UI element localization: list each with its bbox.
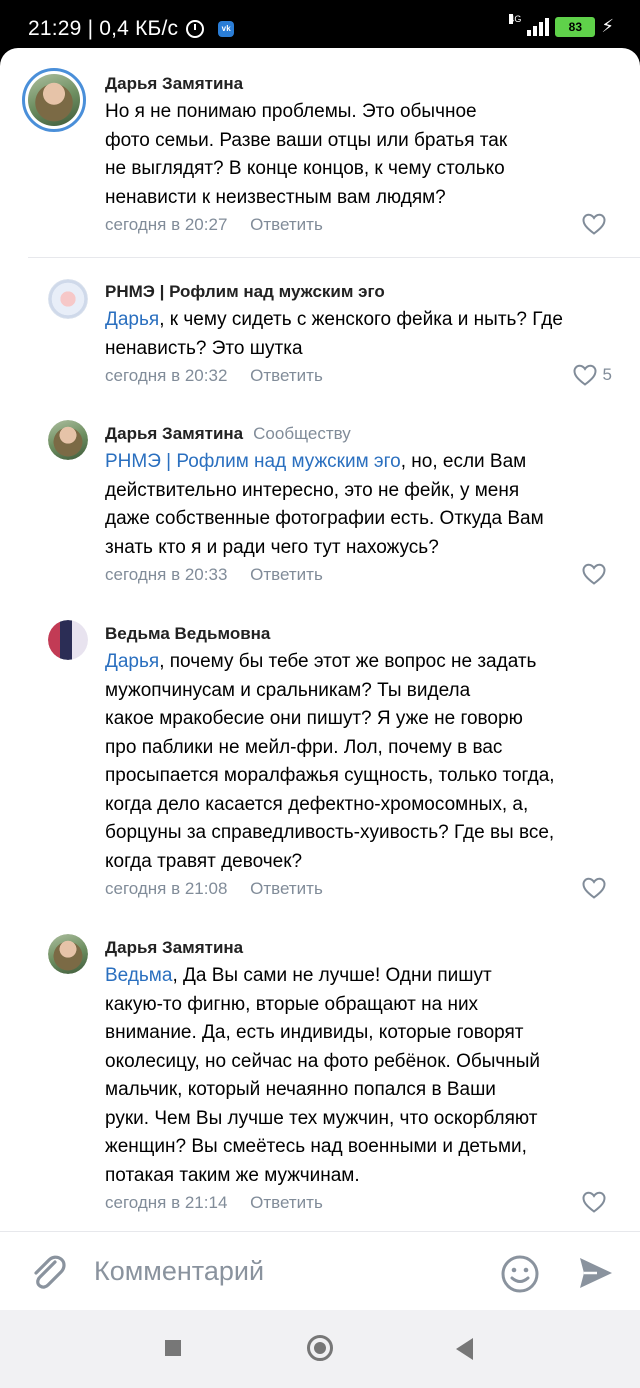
comment-line: какую-то фигню, вторые обращают на них (105, 993, 479, 1015)
back-button[interactable] (456, 1338, 473, 1360)
comment-line: не выглядят? В конце концов, к чему стол… (105, 158, 505, 179)
like-button[interactable] (582, 563, 612, 585)
divider (28, 257, 640, 258)
comment-author: Дарья Замятина Сообществу (105, 424, 351, 444)
avatar[interactable] (48, 279, 88, 319)
author-tag: Сообществу (253, 424, 351, 443)
comment-line: мужопчинусам и сральникам? Ты видела (105, 679, 471, 701)
comment-time: сегодня в 21:14 (105, 1193, 228, 1212)
comment-line: женщин? Вы смеётесь над военными и детьм… (105, 1136, 527, 1157)
smile-icon[interactable] (500, 1254, 540, 1299)
comment-time: сегодня в 21:08 (105, 879, 228, 898)
heart-icon (582, 1191, 606, 1213)
comment-line: фото семьи. Разве ваши отцы или братья т… (105, 129, 508, 151)
alarm-icon (186, 20, 205, 38)
comment-line: мальчик, который нечаянно попался в Ваши (105, 1079, 496, 1100)
comment-line: просыпается моралфажья сущность, только … (105, 765, 555, 786)
comment-line: внимание. Да, есть индивиды, которые гов… (105, 1022, 524, 1043)
send-icon[interactable] (577, 1254, 615, 1297)
comment-line: когда дело касается дефектно-хромосомных… (105, 793, 529, 815)
avatar[interactable] (48, 620, 88, 660)
avatar[interactable] (48, 934, 88, 974)
comment-text: Дарья, почему бы тебе этот же вопрос не … (105, 648, 555, 876)
comment-meta: сегодня в 21:08 Ответить (105, 879, 323, 899)
comments-sheet: Дарья Замятина Но я не понимаю проблемы.… (0, 48, 640, 1310)
system-nav-bar (0, 1310, 640, 1388)
heart-icon (582, 877, 606, 899)
reply-button[interactable]: Ответить (250, 879, 323, 898)
comment-line-text: , Да Вы сами не лучше! Одни пишут (172, 965, 492, 986)
author-name[interactable]: Дарья Замятина (105, 424, 243, 443)
comment-line: ненависть? Это шутка (105, 337, 303, 359)
like-button[interactable] (582, 1191, 612, 1213)
comment-author[interactable]: Дарья Замятина (105, 74, 243, 94)
comment-composer: Комментарий (0, 1231, 640, 1311)
comment-meta: сегодня в 20:32 Ответить (105, 366, 323, 386)
status-left: 21:29 | 0,4 КБ/с vk (28, 17, 235, 41)
comment-line: околесицу, но сейчас на фото ребёнок. Об… (105, 1050, 541, 1072)
comment-meta: сегодня в 20:33 Ответить (105, 565, 323, 585)
signal-icon: 4G (509, 13, 550, 36)
comment-line: даже собственные фотографии есть. Откуда… (105, 508, 544, 529)
avatar[interactable] (48, 420, 88, 460)
recents-button[interactable] (165, 1340, 181, 1356)
comment-line-text: , к чему сидеть с женского фейка и ныть?… (159, 309, 563, 330)
comment-author[interactable]: Ведьма Ведьмовна (105, 624, 270, 644)
reply-button[interactable]: Ответить (250, 1193, 323, 1212)
vk-notification-icon: vk (218, 21, 235, 37)
like-button[interactable] (582, 213, 612, 235)
battery-icon: 83 (555, 16, 596, 37)
comment-line: ненависти к неизвестным вам людям? (105, 186, 446, 208)
like-button[interactable] (582, 877, 612, 899)
heart-icon (573, 364, 597, 386)
comment-line: РНМЭ | Рофлим над мужским эго, но, если … (105, 448, 544, 477)
charging-icon: ⚡ (601, 16, 614, 36)
status-speed: | 0,4 КБ/с (87, 17, 179, 40)
comment-author[interactable]: РНМЭ | Рофлим над мужским эго (105, 282, 385, 302)
comment-meta: сегодня в 20:27 Ответить (105, 215, 323, 235)
avatar[interactable] (22, 68, 86, 132)
home-button[interactable] (307, 1335, 333, 1361)
mention-link[interactable]: Дарья (105, 651, 159, 672)
mention-link[interactable]: РНМЭ | Рофлим над мужским эго (105, 451, 401, 472)
comment-text: Ведьма, Да Вы сами не лучше! Одни пишут … (105, 962, 540, 1190)
comment-time: сегодня в 20:33 (105, 565, 228, 584)
comment-line: Но я не понимаю проблемы. Это обычное (105, 101, 477, 122)
comment-author[interactable]: Дарья Замятина (105, 938, 243, 958)
comment-line: знать кто я и ради чего тут нахожусь? (105, 536, 439, 558)
status-time: 21:29 (28, 17, 82, 40)
comment-time: сегодня в 20:32 (105, 366, 228, 385)
heart-icon (582, 563, 606, 585)
reply-button[interactable]: Ответить (250, 215, 323, 234)
comment-line: Ведьма, Да Вы сами не лучше! Одни пишут (105, 962, 540, 991)
comment-line: когда травят девочек? (105, 850, 303, 872)
heart-icon (582, 213, 606, 235)
status-right: 4G 83 ⚡ (509, 13, 614, 37)
comment-text: РНМЭ | Рофлим над мужским эго, но, если … (105, 448, 544, 562)
like-button[interactable]: 5 (573, 364, 612, 386)
comment-time: сегодня в 20:27 (105, 215, 228, 234)
comment-line-text: , но, если Вам (400, 451, 527, 472)
reply-button[interactable]: Ответить (250, 565, 323, 584)
reply-button[interactable]: Ответить (250, 366, 323, 385)
like-count: 5 (602, 365, 612, 384)
comment-line: действительно интересно, это не фейк, у … (105, 479, 520, 501)
comment-line: Дарья, к чему сидеть с женского фейка и … (105, 306, 563, 335)
comment-line: потакая таким же мужчинам. (105, 1164, 360, 1186)
comment-line: какое мракобесие они пишут? Я уже не гов… (105, 708, 523, 729)
network-type: 4G (509, 13, 522, 24)
paperclip-icon[interactable] (28, 1252, 66, 1297)
comment-line: про паблики не мейл-фри. Лол, почему в в… (105, 736, 503, 758)
comment-meta: сегодня в 21:14 Ответить (105, 1193, 323, 1213)
comment-input[interactable]: Комментарий (94, 1256, 264, 1287)
mention-link[interactable]: Ведьма (105, 965, 172, 986)
mention-link[interactable]: Дарья (105, 309, 159, 330)
comment-text: Но я не понимаю проблемы. Это обычное фо… (105, 98, 507, 212)
comment-text: Дарья, к чему сидеть с женского фейка и … (105, 306, 563, 363)
comment-line: руки. Чем Вы лучше тех мужчин, что оскор… (105, 1107, 538, 1129)
comment-line: борцуны за справедливость-хуивость? Где … (105, 822, 555, 843)
comment-line: Дарья, почему бы тебе этот же вопрос не … (105, 648, 555, 677)
comment-line-text: , почему бы тебе этот же вопрос не задат… (159, 651, 537, 672)
